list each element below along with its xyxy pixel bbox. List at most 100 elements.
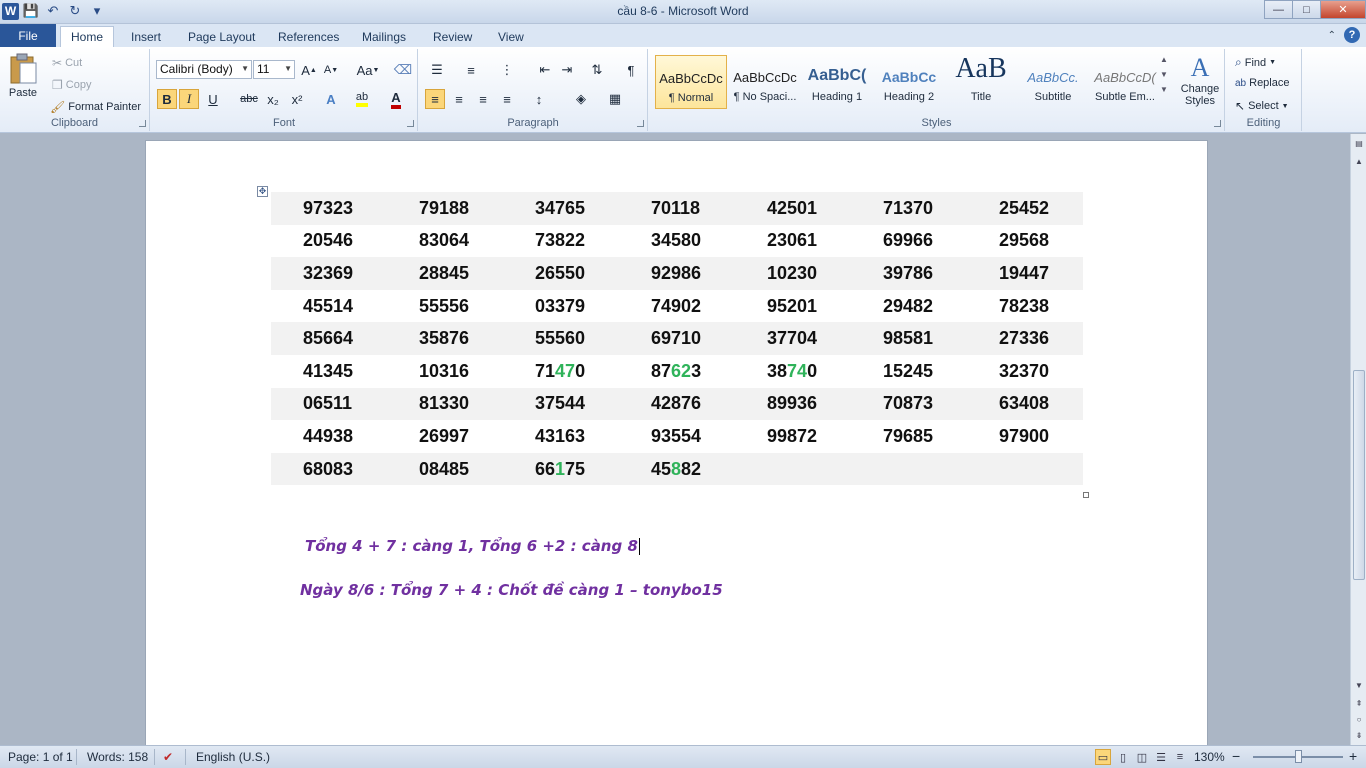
justify-icon[interactable]: ≡: [497, 89, 517, 109]
table-cell[interactable]: 10230: [735, 257, 851, 290]
styles-gallery-scroll[interactable]: ▲ ▼ ▼: [1160, 55, 1168, 94]
help-icon[interactable]: ?: [1344, 27, 1360, 43]
table-cell[interactable]: 20546: [271, 225, 387, 258]
document-page[interactable]: ✥ 97323 79188 34765 70118 42501 71370 25452 205…: [145, 140, 1208, 745]
change-styles-button[interactable]: A Change Styles: [1177, 53, 1223, 107]
table-cell[interactable]: 27336: [967, 322, 1083, 355]
change-case-button[interactable]: Aa ▼: [354, 60, 382, 80]
browse-object-icon[interactable]: ○: [1352, 712, 1366, 726]
clipboard-launcher-icon[interactable]: [139, 120, 146, 127]
vertical-scrollbar[interactable]: ▤ ▲ ▼ ⇞ ○ ⇟: [1350, 134, 1366, 745]
word-count[interactable]: Words: 158: [87, 750, 148, 764]
table-cell[interactable]: 15245: [851, 355, 967, 388]
number-table[interactable]: 97323 79188 34765 70118 42501 71370 25452 20546…: [271, 192, 1083, 486]
minimize-button[interactable]: —: [1264, 0, 1293, 19]
table-cell[interactable]: 28845: [387, 257, 503, 290]
minimize-ribbon-icon[interactable]: ⌃: [1328, 30, 1336, 41]
zoom-slider-thumb[interactable]: [1295, 750, 1302, 763]
table-cell[interactable]: 74902: [619, 290, 735, 323]
table-cell[interactable]: 69966: [851, 225, 967, 258]
table-cell[interactable]: 43163: [503, 420, 619, 453]
tab-review[interactable]: Review: [423, 26, 482, 47]
next-page-icon[interactable]: ⇟: [1352, 728, 1366, 742]
table-cell[interactable]: 34580: [619, 225, 735, 258]
show-formatting-button[interactable]: ¶: [621, 60, 641, 80]
page-count[interactable]: Page: 1 of 1: [8, 750, 73, 764]
font-color-button[interactable]: A: [383, 89, 409, 109]
table-cell[interactable]: 93554: [619, 420, 735, 453]
borders-icon[interactable]: ▦: [605, 89, 625, 109]
language[interactable]: English (U.S.): [196, 750, 270, 764]
table-cell[interactable]: 35876: [387, 322, 503, 355]
font-name-combo[interactable]: Calibri (Body) ▼: [156, 60, 252, 79]
styles-launcher-icon[interactable]: [1214, 120, 1221, 127]
table-cell[interactable]: 87623: [619, 355, 735, 388]
table-cell[interactable]: 29568: [967, 225, 1083, 258]
tab-view[interactable]: View: [488, 26, 534, 47]
table-cell[interactable]: 78238: [967, 290, 1083, 323]
superscript-button[interactable]: x²: [287, 89, 307, 109]
tab-references[interactable]: References: [268, 26, 349, 47]
text-effects-icon[interactable]: A: [321, 89, 341, 109]
table-cell[interactable]: 55556: [387, 290, 503, 323]
table-cell[interactable]: 34765: [503, 192, 619, 225]
table-cell[interactable]: 98581: [851, 322, 967, 355]
scroll-thumb[interactable]: [1353, 370, 1365, 580]
bullets-icon[interactable]: ☰: [427, 60, 447, 80]
table-cell[interactable]: 19447: [967, 257, 1083, 290]
align-center-icon[interactable]: ≡: [449, 89, 469, 109]
font-launcher-icon[interactable]: [407, 120, 414, 127]
table-cell[interactable]: 06511: [271, 387, 387, 421]
table-cell[interactable]: 89936: [735, 387, 851, 421]
table-cell[interactable]: 45882: [619, 452, 735, 486]
table-cell[interactable]: 68083: [271, 452, 387, 486]
line-spacing-icon[interactable]: ↕: [529, 89, 549, 109]
table-cell[interactable]: 26997: [387, 420, 503, 453]
table-cell[interactable]: 66175: [503, 452, 619, 486]
italic-button[interactable]: I: [179, 89, 199, 109]
style-no-spacing[interactable]: AaBbCcDc ¶ No Spaci...: [729, 55, 801, 109]
table-cell[interactable]: 99872: [735, 420, 851, 453]
chevron-up-icon[interactable]: ▲: [1160, 55, 1168, 64]
table-cell[interactable]: 23061: [735, 225, 851, 258]
zoom-out-button[interactable]: −: [1232, 748, 1240, 764]
shrink-font-button[interactable]: A ▼: [321, 60, 341, 80]
shading-icon[interactable]: ◈: [571, 89, 591, 109]
outline-icon[interactable]: ☰: [1153, 749, 1169, 765]
bold-button[interactable]: B: [157, 89, 177, 109]
table-cell[interactable]: 38740: [735, 355, 851, 388]
table-cell[interactable]: 79188: [387, 192, 503, 225]
scroll-down-icon[interactable]: ▼: [1352, 678, 1366, 692]
subscript-button[interactable]: x₂: [263, 89, 283, 109]
underline-button[interactable]: U: [203, 89, 223, 109]
table-cell[interactable]: 70873: [851, 387, 967, 421]
align-left-icon[interactable]: ≡: [425, 89, 445, 109]
paste-button[interactable]: Paste: [8, 53, 38, 99]
tab-home[interactable]: Home: [60, 26, 115, 47]
table-cell[interactable]: 69710: [619, 322, 735, 355]
grow-font-button[interactable]: A ▲: [299, 60, 319, 80]
tab-file[interactable]: File: [0, 24, 56, 47]
paragraph-launcher-icon[interactable]: [637, 120, 644, 127]
table-cell[interactable]: 92986: [619, 257, 735, 290]
table-cell[interactable]: 81330: [387, 387, 503, 421]
find-button[interactable]: ⌕ Find ▼: [1235, 55, 1276, 70]
ruler-toggle-icon[interactable]: ▤: [1352, 136, 1366, 150]
table-cell[interactable]: 97900: [967, 420, 1083, 453]
table-cell[interactable]: 08485: [387, 452, 503, 486]
full-screen-reading-icon[interactable]: ▯: [1115, 749, 1131, 765]
table-cell[interactable]: 41345: [271, 355, 387, 388]
table-cell[interactable]: 25452: [967, 192, 1083, 225]
table-move-icon[interactable]: ✥: [257, 186, 268, 197]
table-cell[interactable]: 39786: [851, 257, 967, 290]
replace-button[interactable]: ab Replace: [1235, 77, 1289, 89]
zoom-level[interactable]: 130%: [1194, 750, 1225, 764]
select-button[interactable]: ↖ Select ▼: [1235, 99, 1289, 113]
table-cell[interactable]: 44938: [271, 420, 387, 453]
numbering-icon[interactable]: ≡: [461, 60, 481, 80]
decrease-indent-icon[interactable]: ⇤: [535, 60, 555, 80]
text-line-1[interactable]: Tổng 4 + 7 : càng 1, Tổng 6 +2 : càng 8: [305, 537, 640, 555]
table-cell[interactable]: 37544: [503, 387, 619, 421]
table-cell[interactable]: 95201: [735, 290, 851, 323]
table-cell[interactable]: 37704: [735, 322, 851, 355]
